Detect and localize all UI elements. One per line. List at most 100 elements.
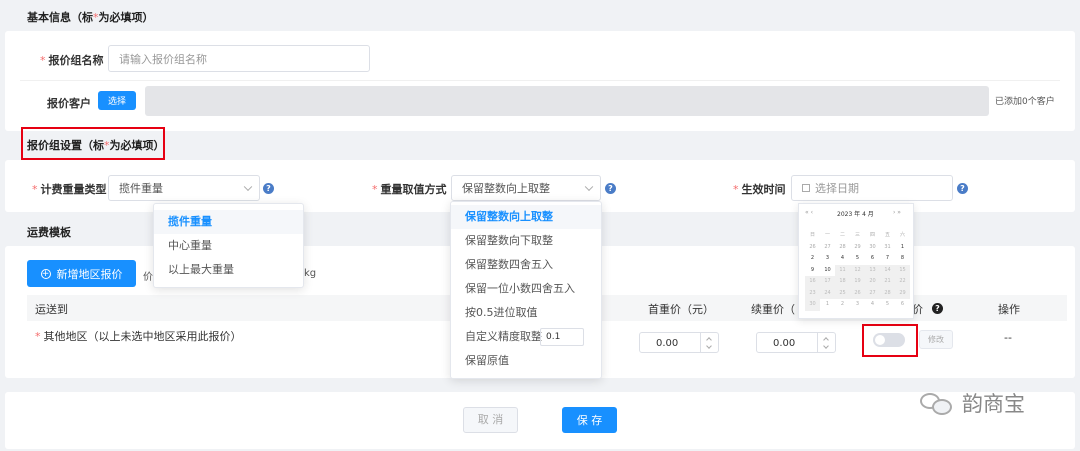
calendar-day[interactable]: 26	[850, 287, 865, 299]
customer-label: 报价客户	[47, 97, 91, 110]
help-icon[interactable]: ?	[957, 183, 968, 194]
stepper-icon[interactable]	[817, 333, 835, 352]
calendar-day[interactable]: 28	[835, 242, 850, 254]
freight-title: 运费模板	[27, 226, 71, 239]
weekday-label: 二	[839, 232, 845, 238]
calendar-day[interactable]: 2	[805, 253, 820, 265]
rounding-option[interactable]: 按0.5进位取值	[451, 301, 601, 325]
divider	[20, 80, 1060, 81]
calendar-day[interactable]: 4	[835, 253, 850, 265]
prev-year-icon[interactable]: « ‹	[805, 209, 813, 216]
calendar-icon	[802, 184, 810, 192]
calendar-day[interactable]: 30	[805, 299, 820, 311]
calendar-day[interactable]: 27	[820, 242, 835, 254]
next-year-icon[interactable]: › »	[893, 209, 901, 216]
help-icon[interactable]: ?	[932, 303, 943, 314]
calendar-day[interactable]: 28	[880, 287, 895, 299]
kg-partial-text: kg	[304, 268, 317, 279]
calendar-day[interactable]: 3	[820, 253, 835, 265]
effective-date-input[interactable]: 选择日期	[791, 175, 953, 201]
calendar-day[interactable]: 8	[895, 253, 910, 265]
calendar-day[interactable]: 29	[850, 242, 865, 254]
precision-stepper[interactable]: 0.1	[540, 328, 584, 346]
calendar-day[interactable]: 6	[865, 253, 880, 265]
calendar-day[interactable]: 7	[880, 253, 895, 265]
weekday-label: 四	[869, 232, 875, 238]
rounding-option[interactable]: 保留一位小数四舍五入	[451, 277, 601, 301]
calendar-header: 2023 年 4 月	[837, 211, 874, 218]
calendar-day[interactable]: 21	[880, 276, 895, 288]
calendar-day[interactable]: 25	[835, 287, 850, 299]
highlight-box	[21, 127, 165, 160]
additional-price-input[interactable]: 0.00	[756, 332, 836, 353]
calendar-day[interactable]: 22	[895, 276, 910, 288]
save-button[interactable]: 保 存	[562, 407, 617, 433]
rounding-label: * 重量取值方式	[372, 183, 447, 196]
watermark: 韵商宝	[918, 388, 1025, 418]
calendar-day[interactable]: 29	[895, 287, 910, 299]
footer-card	[5, 392, 1075, 449]
col-additional-weight: 续重价（	[751, 303, 795, 316]
calendar-day[interactable]: 11	[835, 264, 850, 276]
calendar-day[interactable]: 16	[805, 276, 820, 288]
cancel-button[interactable]: 取 消	[463, 407, 518, 433]
rounding-option[interactable]: 保留整数四舍五入	[451, 253, 601, 277]
calendar-day[interactable]: 31	[880, 242, 895, 254]
calendar-day[interactable]: 13	[865, 264, 880, 276]
customer-list-box[interactable]	[145, 86, 989, 116]
calendar-day[interactable]: 12	[850, 264, 865, 276]
calendar-day[interactable]: 17	[820, 276, 835, 288]
weekday-label: 六	[899, 232, 905, 238]
rounding-dropdown: 保留整数向上取整 保留整数向下取整 保留整数四舍五入 保留一位小数四舍五入 按0…	[450, 201, 602, 379]
edit-button[interactable]: 修改	[919, 330, 953, 349]
select-customer-button[interactable]: 选择	[98, 91, 136, 110]
highlight-box	[862, 324, 918, 357]
wechat-icon	[918, 389, 956, 417]
calendar-day[interactable]: 6	[895, 299, 910, 311]
first-price-input[interactable]: 0.00	[639, 332, 719, 353]
weekday-label: 日	[809, 232, 815, 238]
rounding-option[interactable]: 保留原值	[451, 349, 601, 373]
calendar-day[interactable]: 2	[835, 299, 850, 311]
action-value: --	[1004, 331, 1012, 344]
calendar-day[interactable]: 20	[865, 276, 880, 288]
calendar-day[interactable]: 19	[850, 276, 865, 288]
group-name-input[interactable]: 请输入报价组名称	[108, 45, 370, 72]
weight-type-select[interactable]: 揽件重量	[108, 175, 260, 201]
calendar-day[interactable]: 27	[865, 287, 880, 299]
calendar-day[interactable]: 4	[865, 299, 880, 311]
calendar-day[interactable]: 3	[850, 299, 865, 311]
calendar-grid: 日一二三四五六 26 27 28 29 30 31 1 2 3 4 5 6 7 8 9 10 11 12 13 14 15…	[805, 230, 910, 311]
weekday-label: 三	[854, 232, 860, 238]
weight-type-option[interactable]: 揽件重量	[154, 210, 303, 234]
calendar-day[interactable]: 18	[835, 276, 850, 288]
calendar-day[interactable]: 1	[820, 299, 835, 311]
calendar-day[interactable]: 5	[880, 299, 895, 311]
calendar-day[interactable]: 24	[820, 287, 835, 299]
chevron-down-icon	[584, 182, 594, 192]
add-region-button[interactable]: + 新增地区报价	[27, 260, 136, 287]
weekday-label: 五	[884, 232, 890, 238]
col-first-weight: 首重价（元）	[648, 303, 714, 316]
rounding-option[interactable]: 保留整数向下取整	[451, 229, 601, 253]
calendar-day[interactable]: 23	[805, 287, 820, 299]
rounding-option[interactable]: 保留整数向上取整	[451, 205, 601, 229]
weight-type-label: * 计费重量类型	[32, 183, 107, 196]
rounding-select[interactable]: 保留整数向上取整	[451, 175, 601, 201]
rounding-option-custom[interactable]: 自定义精度取整 0.1	[451, 325, 601, 349]
help-icon[interactable]: ?	[605, 183, 616, 194]
calendar-day[interactable]: 5	[850, 253, 865, 265]
calendar-day[interactable]: 10	[820, 265, 835, 277]
calendar-day[interactable]: 14	[880, 264, 895, 276]
weight-type-option[interactable]: 中心重量	[154, 234, 303, 258]
weight-type-option[interactable]: 以上最大重量	[154, 258, 303, 282]
calendar-day[interactable]: 1	[895, 242, 910, 254]
weekday-label: 一	[824, 232, 830, 238]
stepper-icon[interactable]	[700, 333, 718, 352]
help-icon[interactable]: ?	[263, 183, 274, 194]
calendar-day[interactable]: 15	[895, 264, 910, 276]
col-ship-to: 运送到	[35, 303, 68, 316]
calendar-day[interactable]: 26	[805, 242, 820, 254]
calendar-day[interactable]: 30	[865, 242, 880, 254]
calendar-day[interactable]: 9	[805, 265, 820, 277]
